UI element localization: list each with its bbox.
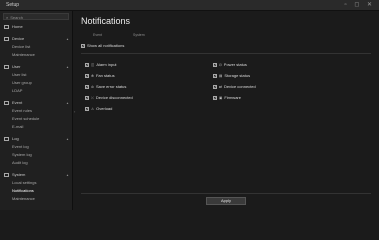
device-icon: [4, 36, 9, 41]
footer-divider: [81, 193, 371, 194]
disconnect-icon: ⤫: [91, 95, 94, 100]
fan-icon: ✻: [91, 73, 94, 78]
apply-button[interactable]: Apply: [206, 197, 246, 205]
option-power-status[interactable]: ✓ ⏻ Power status: [213, 62, 247, 67]
checkbox-checked[interactable]: ✓: [85, 84, 89, 89]
option-device-connected[interactable]: ✓ ⇄ Device connected: [213, 84, 256, 89]
window-title: Setup: [6, 2, 20, 8]
sidebar-item-event-rules[interactable]: Event rules: [12, 108, 32, 113]
checkbox-checked[interactable]: ✓: [213, 73, 217, 78]
checkbox-checked[interactable]: ✓: [81, 43, 85, 48]
timezone-label: Event: [93, 33, 102, 37]
storage-icon: ▤: [219, 73, 223, 78]
alarm-input-icon: ◫: [91, 62, 95, 67]
overload-icon: ⚠: [91, 106, 95, 111]
sidebar-item-event-log[interactable]: Event log: [12, 144, 29, 149]
show-all-checkbox[interactable]: ✓ Show all notifications: [81, 43, 124, 48]
main-panel: Notifications Event System ✓ Show all no…: [73, 11, 379, 210]
sidebar-group-system[interactable]: System ▲: [4, 172, 69, 177]
option-device-disconnected[interactable]: ✓ ⤫ Device disconnected: [85, 95, 133, 100]
sidebar: ⌕ Search Home Device ▲ Device list Mainte…: [0, 11, 73, 210]
sidebar-item-email[interactable]: E-mail: [12, 124, 23, 129]
chevron-up-icon: ▲: [66, 36, 69, 41]
checkbox-checked[interactable]: ✓: [213, 95, 217, 100]
search-input[interactable]: ⌕ Search: [3, 13, 69, 20]
power-icon: ⏻: [219, 62, 222, 67]
save-error-icon: ⊘: [91, 84, 94, 89]
log-icon: [4, 136, 9, 141]
sidebar-item-user-list[interactable]: User list: [12, 72, 26, 77]
window-controls[interactable]: ▫ ◻ ✕: [345, 1, 375, 8]
option-firmware[interactable]: ✓ ▣ Firmware: [213, 95, 241, 100]
sidebar-group-event[interactable]: Event ▲: [4, 100, 69, 105]
divider: [81, 53, 371, 54]
sidebar-item-local-settings[interactable]: Local settings: [12, 180, 36, 185]
chevron-up-icon: ▲: [66, 172, 69, 177]
checkbox-checked[interactable]: ✓: [85, 95, 89, 100]
chevron-up-icon: ▲: [66, 64, 69, 69]
event-icon: [4, 100, 9, 105]
home-icon: [4, 24, 9, 29]
checkbox-checked[interactable]: ✓: [213, 84, 217, 89]
sidebar-item-device-list[interactable]: Device list: [12, 44, 30, 49]
sidebar-item-notifications[interactable]: Notifications: [12, 188, 34, 193]
checkbox-checked[interactable]: ✓: [85, 106, 89, 111]
sidebar-item-event-schedule[interactable]: Event schedule: [12, 116, 39, 121]
firmware-icon: ▣: [219, 95, 223, 100]
checkbox-checked[interactable]: ✓: [85, 62, 89, 67]
system-icon: [4, 172, 9, 177]
page-title: Notifications: [81, 16, 131, 26]
sidebar-item-home[interactable]: Home: [4, 24, 23, 29]
option-save-error-status[interactable]: ✓ ⊘ Save error status: [85, 84, 126, 89]
sidebar-group-user[interactable]: User ▲: [4, 64, 69, 69]
connect-icon: ⇄: [219, 84, 222, 89]
sidebar-item-system-log[interactable]: System log: [12, 152, 32, 157]
chevron-up-icon: ▲: [66, 100, 69, 105]
sidebar-group-device[interactable]: Device ▲: [4, 36, 69, 41]
sidebar-item-ldap[interactable]: LDAP: [12, 88, 22, 93]
option-fan-status[interactable]: ✓ ✻ Fan status: [85, 73, 115, 78]
window-titlebar: Setup ▫ ◻ ✕: [0, 0, 379, 11]
sidebar-item-system-maintenance[interactable]: Maintenance: [12, 196, 35, 201]
chevron-up-icon: ▲: [66, 136, 69, 141]
sidebar-item-user-group[interactable]: User group: [12, 80, 32, 85]
sidebar-item-maintenance[interactable]: Maintenance: [12, 52, 35, 57]
option-alarm-input[interactable]: ✓ ◫ Alarm input: [85, 62, 117, 67]
option-overload[interactable]: ✓ ⚠ Overload: [85, 106, 112, 111]
sidebar-item-audit-log[interactable]: Audit log: [12, 160, 28, 165]
timezone-value[interactable]: System: [133, 33, 145, 37]
search-placeholder: Search: [10, 15, 23, 20]
option-storage-status[interactable]: ✓ ▤ Storage status: [213, 73, 250, 78]
user-icon: [4, 64, 9, 69]
checkbox-checked[interactable]: ✓: [213, 62, 217, 67]
sidebar-group-log[interactable]: Log ▲: [4, 136, 69, 141]
checkbox-checked[interactable]: ✓: [85, 73, 89, 78]
search-icon: ⌕: [6, 15, 9, 20]
